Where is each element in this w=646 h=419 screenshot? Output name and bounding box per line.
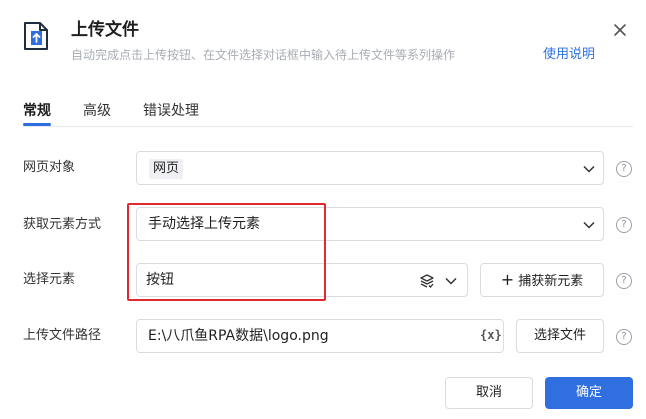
file-path-input[interactable]: E:\八爪鱼RPA数据\logo.png {x}	[136, 319, 504, 353]
tab-error-handling[interactable]: 错误处理	[143, 101, 199, 121]
get-method-help-icon[interactable]: ?	[616, 217, 632, 233]
close-icon[interactable]	[611, 21, 629, 39]
web-object-tag: 网页	[149, 159, 184, 179]
file-path-value: E:\八爪鱼RPA数据\logo.png	[148, 328, 329, 344]
confirm-button[interactable]: 确定	[545, 377, 633, 409]
chevron-down-icon	[445, 277, 457, 285]
tab-advanced[interactable]: 高级	[83, 101, 111, 121]
select-element-label: 选择元素	[23, 272, 76, 287]
select-element-field[interactable]: 按钮	[136, 263, 468, 297]
file-path-help-icon[interactable]: ?	[616, 329, 632, 345]
select-element-value: 按钮	[146, 272, 174, 288]
variable-icon[interactable]: {x}	[480, 328, 502, 342]
capture-new-element-button[interactable]: + 捕获新元素	[480, 263, 604, 297]
web-object-help-icon[interactable]: ?	[616, 161, 632, 177]
get-method-select[interactable]: 手动选择上传元素	[136, 207, 604, 241]
file-upload-icon	[23, 21, 49, 51]
select-element-help-icon[interactable]: ?	[616, 273, 632, 289]
dialog-subtitle: 自动完成点击上传按钮、在文件选择对话框中输入待上传文件等系列操作	[71, 48, 456, 62]
get-method-value: 手动选择上传元素	[148, 216, 260, 232]
chevron-down-icon	[583, 165, 595, 173]
tab-general[interactable]: 常规	[23, 101, 51, 121]
get-method-label: 获取元素方式	[23, 217, 102, 232]
choose-file-button[interactable]: 选择文件	[516, 319, 604, 353]
plus-icon: +	[500, 270, 515, 289]
usage-help-link[interactable]: 使用说明	[543, 46, 595, 64]
web-object-select[interactable]: 网页	[136, 151, 604, 185]
tabs-divider	[23, 126, 633, 127]
element-layers-icon[interactable]	[419, 273, 435, 289]
cancel-button[interactable]: 取消	[445, 377, 533, 409]
web-object-label: 网页对象	[23, 160, 76, 175]
chevron-down-icon	[583, 221, 595, 229]
capture-new-element-label: 捕获新元素	[518, 274, 584, 289]
file-path-label: 上传文件路径	[23, 328, 102, 343]
dialog-title: 上传文件	[71, 20, 139, 40]
